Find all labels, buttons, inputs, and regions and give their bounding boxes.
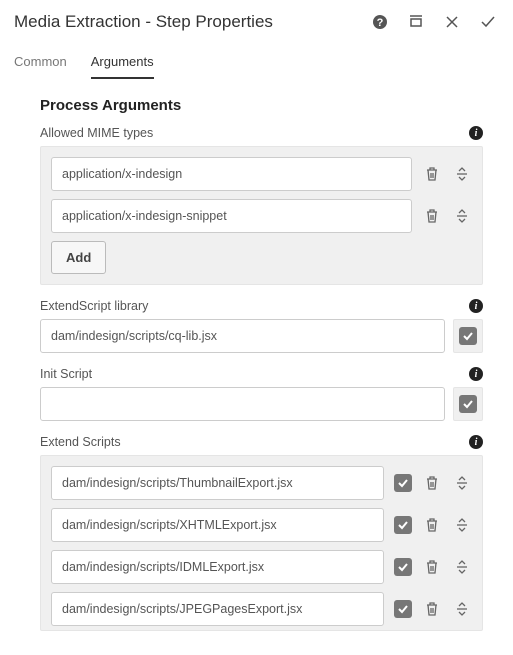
checkbox[interactable] [394,516,412,534]
init-script-label: Init Script [40,367,92,381]
delete-icon[interactable] [422,557,442,577]
tab-arguments[interactable]: Arguments [91,48,154,79]
field-extendscript-library: ExtendScript library i [40,299,483,353]
dialog-header: Media Extraction - Step Properties ? [0,0,513,40]
script-input[interactable] [51,508,384,542]
checkbox-container [453,387,483,421]
fullscreen-icon[interactable] [407,13,425,31]
content-area: Process Arguments Allowed MIME types i [0,79,513,655]
list-item [51,466,472,500]
mime-label: Allowed MIME types [40,126,153,140]
dialog-title: Media Extraction - Step Properties [14,12,371,32]
delete-icon[interactable] [422,206,442,226]
mime-input[interactable] [51,157,412,191]
extendscript-library-label: ExtendScript library [40,299,148,313]
tab-common[interactable]: Common [14,48,67,79]
header-actions: ? [371,13,497,31]
init-script-input[interactable] [40,387,445,421]
info-icon[interactable]: i [469,367,483,381]
mime-input[interactable] [51,199,412,233]
extendscript-library-input[interactable] [40,319,445,353]
info-icon[interactable]: i [469,435,483,449]
tab-bar: Common Arguments [0,40,513,79]
reorder-icon[interactable] [452,206,472,226]
add-button[interactable]: Add [51,241,106,274]
list-item [51,157,472,191]
field-extend-scripts: Extend Scripts i [40,435,483,631]
checkbox[interactable] [459,327,477,345]
delete-icon[interactable] [422,599,442,619]
reorder-icon[interactable] [452,557,472,577]
close-icon[interactable] [443,13,461,31]
extend-scripts-list [40,455,483,631]
list-item [51,199,472,233]
checkbox[interactable] [459,395,477,413]
list-item [51,508,472,542]
delete-icon[interactable] [422,164,442,184]
extend-scripts-label: Extend Scripts [40,435,121,449]
reorder-icon[interactable] [452,164,472,184]
delete-icon[interactable] [422,515,442,535]
checkbox[interactable] [394,558,412,576]
svg-text:?: ? [377,17,384,29]
confirm-icon[interactable] [479,13,497,31]
script-input[interactable] [51,592,384,626]
script-input[interactable] [51,550,384,584]
checkbox[interactable] [394,600,412,618]
field-mime-types: Allowed MIME types i [40,126,483,285]
checkbox[interactable] [394,474,412,492]
reorder-icon[interactable] [452,515,472,535]
list-item [51,592,472,626]
checkbox-container [453,319,483,353]
info-icon[interactable]: i [469,299,483,313]
mime-list-container: Add [40,146,483,285]
reorder-icon[interactable] [452,473,472,493]
section-title: Process Arguments [40,97,483,114]
script-input[interactable] [51,466,384,500]
help-icon[interactable]: ? [371,13,389,31]
list-item [51,550,472,584]
info-icon[interactable]: i [469,126,483,140]
reorder-icon[interactable] [452,599,472,619]
delete-icon[interactable] [422,473,442,493]
field-init-script: Init Script i [40,367,483,421]
